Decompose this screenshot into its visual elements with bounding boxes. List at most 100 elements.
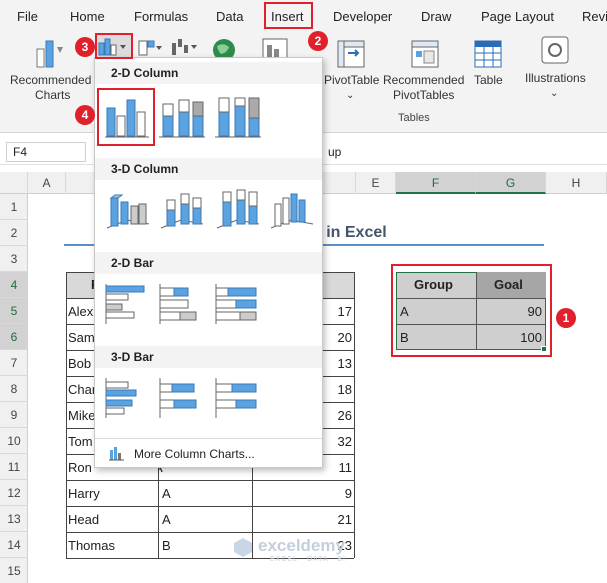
row-header-9[interactable]: 9 (0, 402, 28, 428)
section-2d-bar-title: 2-D Bar (111, 256, 154, 270)
table-label[interactable]: Table (474, 73, 503, 88)
illustrations-label[interactable]: Illustrations (525, 71, 586, 86)
section-2d-column: 2-D Column (95, 62, 322, 84)
illustrations-chevron-icon[interactable]: ⌄ (550, 86, 558, 101)
table-icon[interactable] (473, 39, 503, 69)
menu-review[interactable]: Revi (582, 9, 607, 24)
table-border (66, 480, 354, 481)
menu-home[interactable]: Home (70, 9, 105, 24)
group-cell[interactable]: B (162, 538, 171, 553)
3d-stacked-bar-thumb[interactable] (157, 374, 207, 424)
step-badge-2: 2 (308, 31, 328, 51)
recommended-pivottables-label-1[interactable]: Recommended (383, 73, 464, 88)
menu-data[interactable]: Data (216, 9, 243, 24)
menu-file[interactable]: File (17, 9, 38, 24)
exceldemy-logo-icon (234, 538, 252, 557)
formula-input[interactable]: up (328, 145, 341, 159)
row-header-2[interactable]: 2 (0, 220, 28, 246)
summary-highlight-box (391, 264, 552, 357)
table-border (66, 506, 354, 507)
recommended-pivottables-label-2[interactable]: PivotTables (393, 88, 454, 103)
group-cell[interactable]: A (162, 512, 171, 527)
name-cell[interactable]: Ron (68, 460, 94, 475)
menu-page-layout[interactable]: Page Layout (481, 9, 554, 24)
3d-100-stacked-column-thumb[interactable] (213, 186, 263, 236)
3d-clustered-bar-thumb[interactable] (103, 374, 153, 424)
100-stacked-bar-thumb[interactable] (213, 280, 263, 330)
name-cell[interactable]: Alex (68, 304, 94, 319)
recommended-charts-label-1[interactable]: Recommended (10, 73, 91, 88)
row-header-15[interactable]: 15 (0, 558, 28, 583)
section-2d-bar: 2-D Bar (95, 252, 322, 274)
step-badge-3: 3 (75, 37, 95, 57)
row-header-13[interactable]: 13 (0, 506, 28, 532)
100-stacked-column-thumb[interactable] (213, 92, 263, 142)
name-cell[interactable]: Tom (68, 434, 94, 449)
waterfall-chart-icon[interactable] (170, 37, 200, 57)
3d-stacked-column-thumb[interactable] (157, 186, 207, 236)
row-headers: 1 2 3 4 5 6 7 8 9 10 11 12 13 14 15 (0, 194, 28, 583)
col-header-g[interactable]: G (476, 172, 546, 194)
section-3d-bar-title: 3-D Bar (111, 350, 154, 364)
table-border (354, 272, 355, 558)
column-chart-highlight-box (95, 33, 133, 59)
pivottable-label[interactable]: PivotTable (324, 73, 379, 88)
table-border (66, 272, 67, 558)
row-header-12[interactable]: 12 (0, 480, 28, 506)
3d-100-stacked-bar-thumb[interactable] (213, 374, 263, 424)
value-cell[interactable]: 9 (300, 486, 352, 501)
clustered-bar-thumb[interactable] (103, 280, 153, 330)
select-all-corner[interactable] (0, 172, 28, 194)
pivottable-chevron-icon[interactable]: ⌄ (346, 88, 354, 103)
name-cell[interactable]: Mike (68, 408, 94, 423)
3d-clustered-column-thumb[interactable] (103, 186, 153, 236)
recommended-pivottables-icon[interactable] (410, 39, 440, 69)
col-header-h[interactable]: H (546, 172, 607, 194)
more-column-charts-item[interactable]: More Column Charts... (95, 442, 322, 466)
table-border (66, 532, 354, 533)
name-cell[interactable]: Bob (68, 356, 94, 371)
insert-highlight-box (264, 2, 313, 29)
row-header-4[interactable]: 4 (0, 272, 28, 298)
section-3d-bar: 3-D Bar (95, 346, 322, 368)
pivottable-icon[interactable] (336, 39, 366, 69)
menu-divider (95, 438, 322, 439)
stacked-column-thumb[interactable] (157, 92, 207, 142)
name-cell[interactable]: Sam (68, 330, 94, 345)
clustered-column-highlight-box (97, 88, 155, 146)
row-header-6[interactable]: 6 (0, 324, 28, 350)
name-cell[interactable]: Head (68, 512, 99, 527)
group-cell[interactable]: A (162, 486, 171, 501)
row-header-8[interactable]: 8 (0, 376, 28, 402)
name-cell[interactable]: Thomas (68, 538, 115, 553)
3d-column-thumb[interactable] (267, 186, 317, 236)
menu-developer[interactable]: Developer (333, 9, 392, 24)
row-header-3[interactable]: 3 (0, 246, 28, 272)
name-box[interactable]: F4 (6, 142, 86, 162)
menu-draw[interactable]: Draw (421, 9, 451, 24)
name-cell[interactable]: Harry (68, 486, 100, 501)
row-header-1[interactable]: 1 (0, 194, 28, 220)
menu-bar: File Home Formulas Data Insert Developer… (0, 0, 607, 33)
recommended-charts-icon[interactable] (34, 39, 68, 69)
sheet-title[interactable]: n in Excel (312, 224, 387, 242)
stacked-bar-thumb[interactable] (157, 280, 207, 330)
watermark-name: exceldemy (258, 536, 345, 555)
illustrations-icon[interactable] (540, 35, 570, 65)
recommended-charts-label-2[interactable]: Charts (35, 88, 70, 103)
name-cell[interactable]: Char (68, 382, 94, 397)
row-header-5[interactable]: 5 (0, 298, 28, 324)
row-header-14[interactable]: 14 (0, 532, 28, 558)
watermark-tagline: EXCEL · DATA · BI (270, 556, 346, 563)
row-header-10[interactable]: 10 (0, 428, 28, 454)
tables-group-label: Tables (398, 112, 430, 124)
col-header-a[interactable]: A (28, 172, 66, 194)
menu-formulas[interactable]: Formulas (134, 9, 188, 24)
row-header-7[interactable]: 7 (0, 350, 28, 376)
value-cell[interactable]: 21 (300, 512, 352, 527)
col-header-f[interactable]: F (396, 172, 476, 194)
row-header-11[interactable]: 11 (0, 454, 28, 480)
col-header-e[interactable]: E (356, 172, 396, 194)
step-badge-4: 4 (75, 105, 95, 125)
hierarchy-chart-icon[interactable] (137, 39, 163, 57)
